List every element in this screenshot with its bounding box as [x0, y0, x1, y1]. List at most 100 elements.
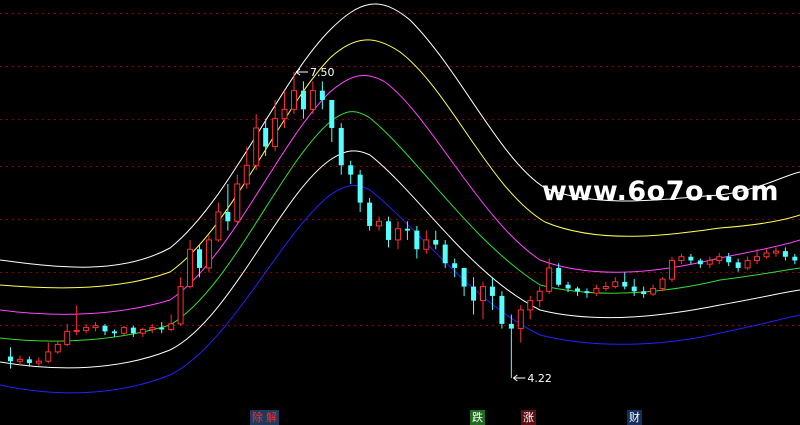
candle	[593, 284, 600, 296]
candle-body	[319, 90, 325, 100]
candle-body	[593, 287, 600, 294]
candle-body	[272, 118, 279, 148]
candle	[602, 281, 609, 292]
candle	[631, 279, 637, 296]
candle-body	[612, 281, 619, 288]
candle	[357, 169, 363, 212]
candle	[329, 99, 335, 142]
candle	[772, 247, 779, 257]
candle-body	[754, 256, 761, 261]
candle-body	[168, 323, 175, 330]
candle-body	[348, 165, 354, 175]
kline-chart-stage: { "watermark": "www.6o7o.com", "events":…	[0, 0, 800, 425]
min-price-arrow	[513, 374, 526, 382]
candle	[584, 288, 590, 298]
candle	[471, 277, 477, 315]
candle	[159, 322, 165, 334]
candle-body	[92, 325, 99, 329]
candle-body	[602, 286, 609, 289]
event-marker-cai[interactable]: 财	[627, 410, 642, 425]
candle-body	[329, 99, 335, 128]
candle-body	[641, 291, 647, 295]
candle-body	[64, 330, 71, 345]
candle-body	[622, 281, 628, 287]
candle-body	[243, 164, 250, 185]
candle	[139, 327, 146, 337]
candle	[612, 277, 619, 289]
candle	[792, 253, 798, 265]
candle	[499, 291, 505, 329]
candle	[688, 253, 694, 265]
candle	[697, 258, 703, 268]
candle-body	[367, 202, 373, 226]
candle	[386, 216, 391, 248]
candle	[394, 221, 401, 250]
candle	[763, 249, 770, 259]
event-marker-chu[interactable]: 除	[250, 410, 265, 425]
candle	[782, 247, 788, 261]
candle-body	[489, 286, 495, 296]
grid-lines	[0, 13, 800, 326]
candle-body	[726, 256, 732, 263]
event-marker-jie[interactable]: 解	[264, 410, 279, 425]
candle-body	[45, 351, 52, 362]
candle-body	[584, 291, 590, 294]
candle-body	[130, 327, 136, 334]
candle	[404, 221, 410, 240]
candle	[215, 202, 222, 242]
candle-body	[744, 259, 751, 269]
candle	[489, 277, 495, 310]
candle	[64, 323, 71, 347]
candle-body	[120, 327, 127, 334]
candle	[234, 174, 241, 224]
candle-body	[16, 358, 23, 362]
candle	[35, 357, 42, 366]
candle-body	[404, 228, 410, 231]
candles	[8, 72, 798, 378]
candle	[622, 272, 628, 290]
candle	[111, 329, 117, 337]
candle-body	[546, 267, 553, 292]
event-marker-die[interactable]: 跌	[470, 410, 485, 425]
candle	[669, 256, 675, 282]
candle-body	[149, 327, 156, 330]
candle	[706, 256, 713, 268]
candle	[423, 230, 430, 254]
candle	[461, 267, 467, 296]
candle-body	[281, 108, 288, 120]
event-marker-zhang[interactable]: 涨	[521, 410, 536, 425]
candle-body	[565, 284, 571, 289]
candle	[26, 356, 32, 367]
candle-body	[499, 295, 505, 324]
band-line-green	[0, 111, 800, 342]
candle-body	[792, 256, 798, 261]
candle	[120, 325, 127, 336]
candle	[641, 286, 647, 298]
candle-body	[300, 90, 306, 110]
min-price-label: 4.22	[527, 372, 552, 385]
candle	[678, 253, 685, 265]
candle	[575, 286, 580, 296]
candle	[556, 263, 562, 287]
candle-body	[763, 252, 770, 258]
candle	[659, 277, 666, 292]
candle	[187, 239, 194, 289]
candle	[376, 216, 383, 231]
candle-body	[631, 286, 637, 292]
candle-body	[423, 239, 430, 250]
candle-body	[338, 127, 344, 166]
candle	[54, 340, 61, 354]
candle	[130, 325, 136, 337]
candle	[433, 230, 439, 250]
candle-body	[376, 220, 383, 227]
candle-body	[139, 328, 146, 334]
candle	[309, 81, 316, 114]
candle-body	[669, 259, 675, 280]
candle-body	[197, 249, 202, 268]
candle	[527, 295, 534, 320]
candle-body	[253, 127, 260, 166]
candle-body	[102, 325, 108, 332]
candle	[348, 160, 354, 184]
candle-body	[452, 263, 458, 268]
candle-body	[471, 286, 477, 301]
